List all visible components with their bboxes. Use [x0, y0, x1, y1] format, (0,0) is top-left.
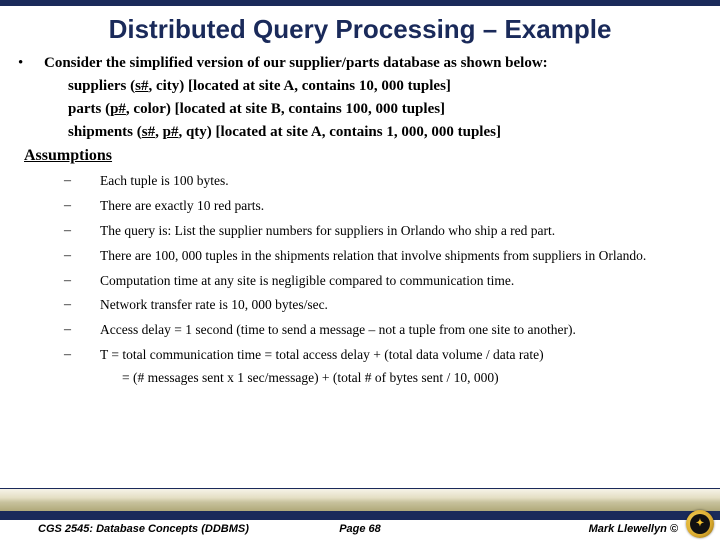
assumption-item: – There are exactly 10 red parts.	[18, 198, 702, 215]
rel-rest: , qty) [located at site A, contains 1, 0…	[178, 124, 501, 140]
footer-gradient-band	[0, 488, 720, 512]
intro-bullet-row: • Consider the simplified version of our…	[18, 55, 702, 72]
assumption-text: There are exactly 10 red parts.	[100, 198, 702, 215]
assumption-item: – Each tuple is 100 bytes.	[18, 173, 702, 190]
assumptions-heading: Assumptions	[24, 147, 702, 165]
relation-shipments: shipments (s#, p#, qty) [located at site…	[68, 124, 702, 141]
top-accent-bar	[0, 0, 720, 6]
assumption-text: Computation time at any site is negligib…	[100, 273, 702, 290]
logo-glyph: ✦	[693, 517, 707, 531]
dash-icon: –	[64, 322, 100, 339]
assumption-item: – Computation time at any site is neglig…	[18, 273, 702, 290]
relation-suppliers: suppliers (s#, city) [located at site A,…	[68, 78, 702, 95]
bullet-icon: •	[18, 55, 44, 72]
rel-key: p#	[110, 101, 126, 117]
dash-icon: –	[64, 248, 100, 265]
intro-text: Consider the simplified version of our s…	[44, 55, 548, 72]
slide-title: Distributed Query Processing – Example	[0, 14, 720, 45]
assumption-item: – There are 100, 000 tuples in the shipm…	[18, 248, 702, 265]
assumption-item: – Access delay = 1 second (time to send …	[18, 322, 702, 339]
relation-parts: parts (p#, color) [located at site B, co…	[68, 101, 702, 118]
rel-key1: s#	[142, 124, 155, 140]
assumption-item: – The query is: List the supplier number…	[18, 223, 702, 240]
assumption-item: – Network transfer rate is 10, 000 bytes…	[18, 297, 702, 314]
assumption-text: The query is: List the supplier numbers …	[100, 223, 702, 240]
assumption-item: – T = total communication time = total a…	[18, 347, 702, 364]
rel-name: parts (	[68, 101, 110, 117]
rel-key: s#	[135, 78, 148, 94]
dash-icon: –	[64, 223, 100, 240]
assumption-text: Network transfer rate is 10, 000 bytes/s…	[100, 297, 702, 314]
assumption-text: Each tuple is 100 bytes.	[100, 173, 702, 190]
footer-author: Mark Llewellyn ©	[589, 523, 678, 535]
dash-icon: –	[64, 273, 100, 290]
footer-row: CGS 2545: Database Concepts (DDBMS) Page…	[0, 518, 720, 540]
ucf-logo-icon: ✦	[686, 510, 714, 538]
rel-rest: , color) [located at site B, contains 10…	[126, 101, 445, 117]
footer-page: Page 68	[339, 523, 381, 535]
rel-name: suppliers (	[68, 78, 135, 94]
footer-course: CGS 2545: Database Concepts (DDBMS)	[38, 523, 249, 535]
rel-mid: ,	[155, 124, 163, 140]
dash-icon: –	[64, 173, 100, 190]
logo-outer-circle: ✦	[686, 510, 714, 538]
dash-icon: –	[64, 198, 100, 215]
assumption-text: There are 100, 000 tuples in the shipmen…	[100, 248, 702, 265]
rel-key2: p#	[163, 124, 179, 140]
dash-icon: –	[64, 297, 100, 314]
dash-icon: –	[64, 347, 100, 364]
assumption-text: Access delay = 1 second (time to send a …	[100, 322, 702, 339]
rel-name: shipments (	[68, 124, 142, 140]
slide-body: • Consider the simplified version of our…	[0, 55, 720, 386]
rel-rest: , city) [located at site A, contains 10,…	[148, 78, 450, 94]
formula-line: = (# messages sent x 1 sec/message) + (t…	[18, 370, 702, 386]
assumption-text: T = total communication time = total acc…	[100, 347, 702, 364]
